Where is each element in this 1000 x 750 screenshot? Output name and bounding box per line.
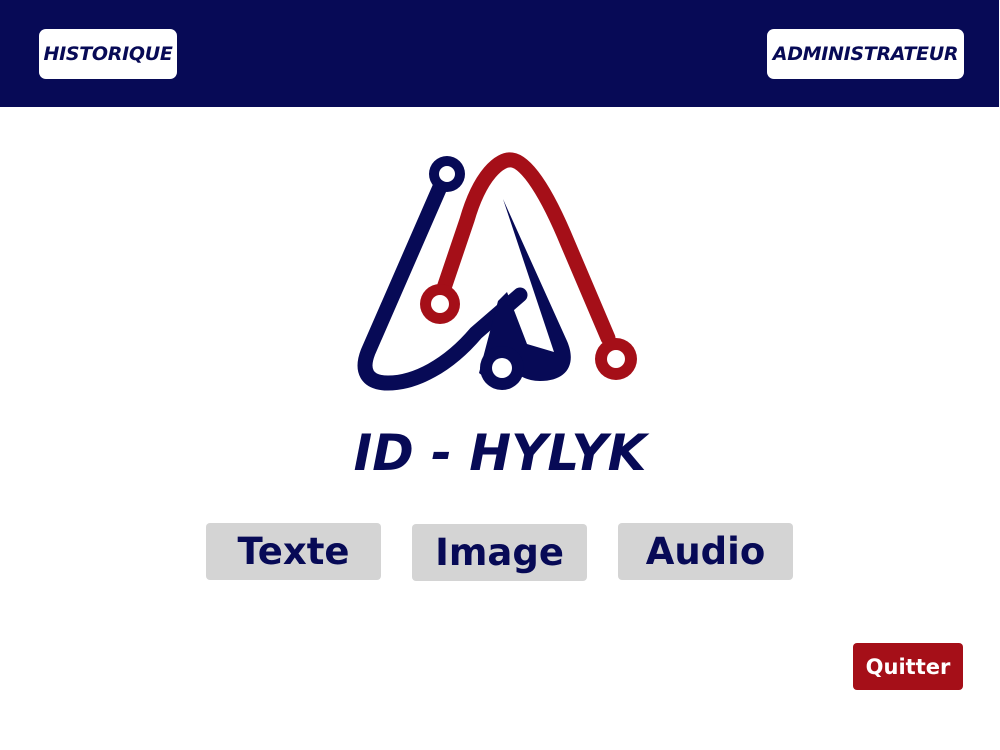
- administrator-button[interactable]: ADMINISTRATEUR: [767, 29, 964, 79]
- app-title: ID - HYLYK: [353, 424, 647, 482]
- logo-red-arch: [436, 152, 616, 346]
- quit-button[interactable]: Quitter: [853, 643, 963, 690]
- app-logo-icon: [357, 152, 637, 391]
- text-mode-button[interactable]: Texte: [206, 523, 381, 580]
- audio-mode-button[interactable]: Audio: [618, 523, 793, 580]
- top-navigation-bar: HISTORIQUE ADMINISTRATEUR: [0, 0, 999, 107]
- history-button[interactable]: HISTORIQUE: [39, 29, 177, 79]
- image-mode-button[interactable]: Image: [412, 524, 587, 581]
